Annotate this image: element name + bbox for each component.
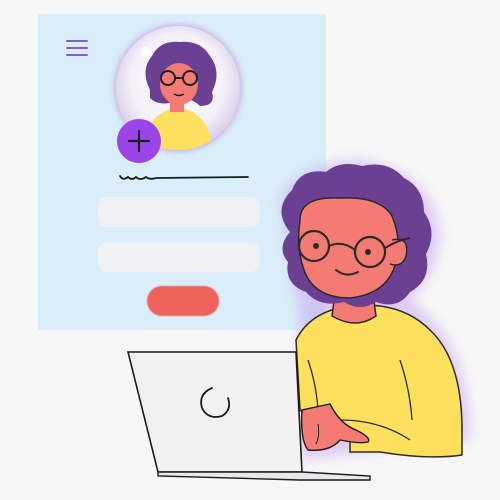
person-with-laptop <box>126 160 470 481</box>
